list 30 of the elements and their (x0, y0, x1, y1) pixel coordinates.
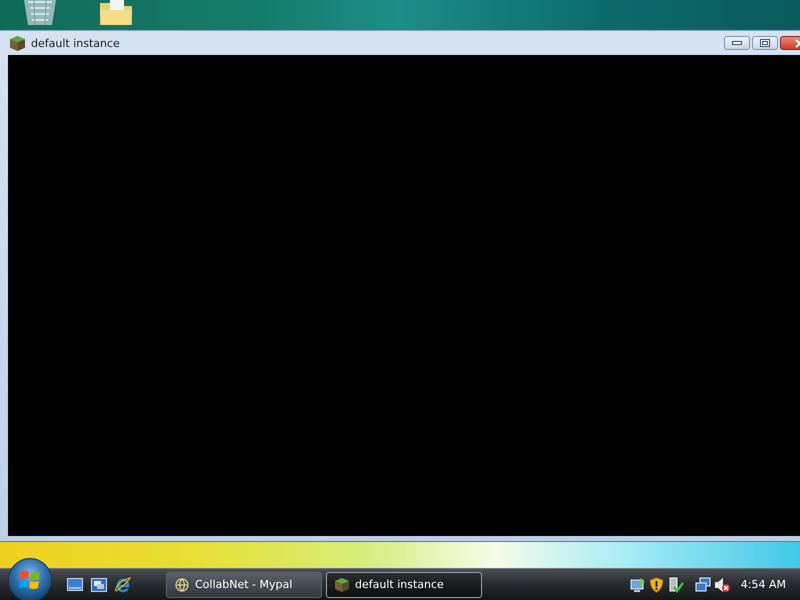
network-tray-button[interactable] (694, 576, 711, 592)
maximize-icon (760, 39, 770, 47)
minimize-icon (732, 41, 742, 45)
globe-icon (175, 578, 189, 592)
minimize-button[interactable] (724, 36, 750, 50)
windows-stack-icon (91, 578, 107, 592)
cube-icon (10, 36, 25, 50)
update-tray-button[interactable] (630, 576, 646, 592)
shield-warning-icon (649, 576, 664, 592)
device-tray-button[interactable] (668, 576, 684, 592)
switch-windows-button[interactable] (90, 576, 108, 594)
browser-e-icon (115, 576, 131, 592)
desktop-icon (67, 578, 83, 591)
maximize-button[interactable] (752, 36, 778, 50)
taskbar-button[interactable]: default instance (326, 572, 482, 598)
folder-icon[interactable] (100, 0, 132, 25)
browser-button[interactable] (114, 576, 132, 594)
monitor-arrow-icon (630, 576, 646, 592)
device-check-icon (668, 576, 684, 592)
show-desktop-button[interactable] (66, 576, 84, 594)
cube-icon (335, 578, 349, 592)
volume-tray-button[interactable] (714, 576, 730, 592)
clock: 4:54 AM (740, 578, 786, 591)
window-title: default instance (31, 36, 121, 50)
speaker-muted-icon (714, 576, 730, 592)
network-icon (694, 576, 711, 592)
security-tray-button[interactable] (648, 576, 665, 592)
taskbar-button[interactable]: CollabNet - Mypal (166, 572, 322, 598)
recycle-bin-icon[interactable] (22, 0, 58, 25)
windows-logo-icon (19, 568, 41, 590)
